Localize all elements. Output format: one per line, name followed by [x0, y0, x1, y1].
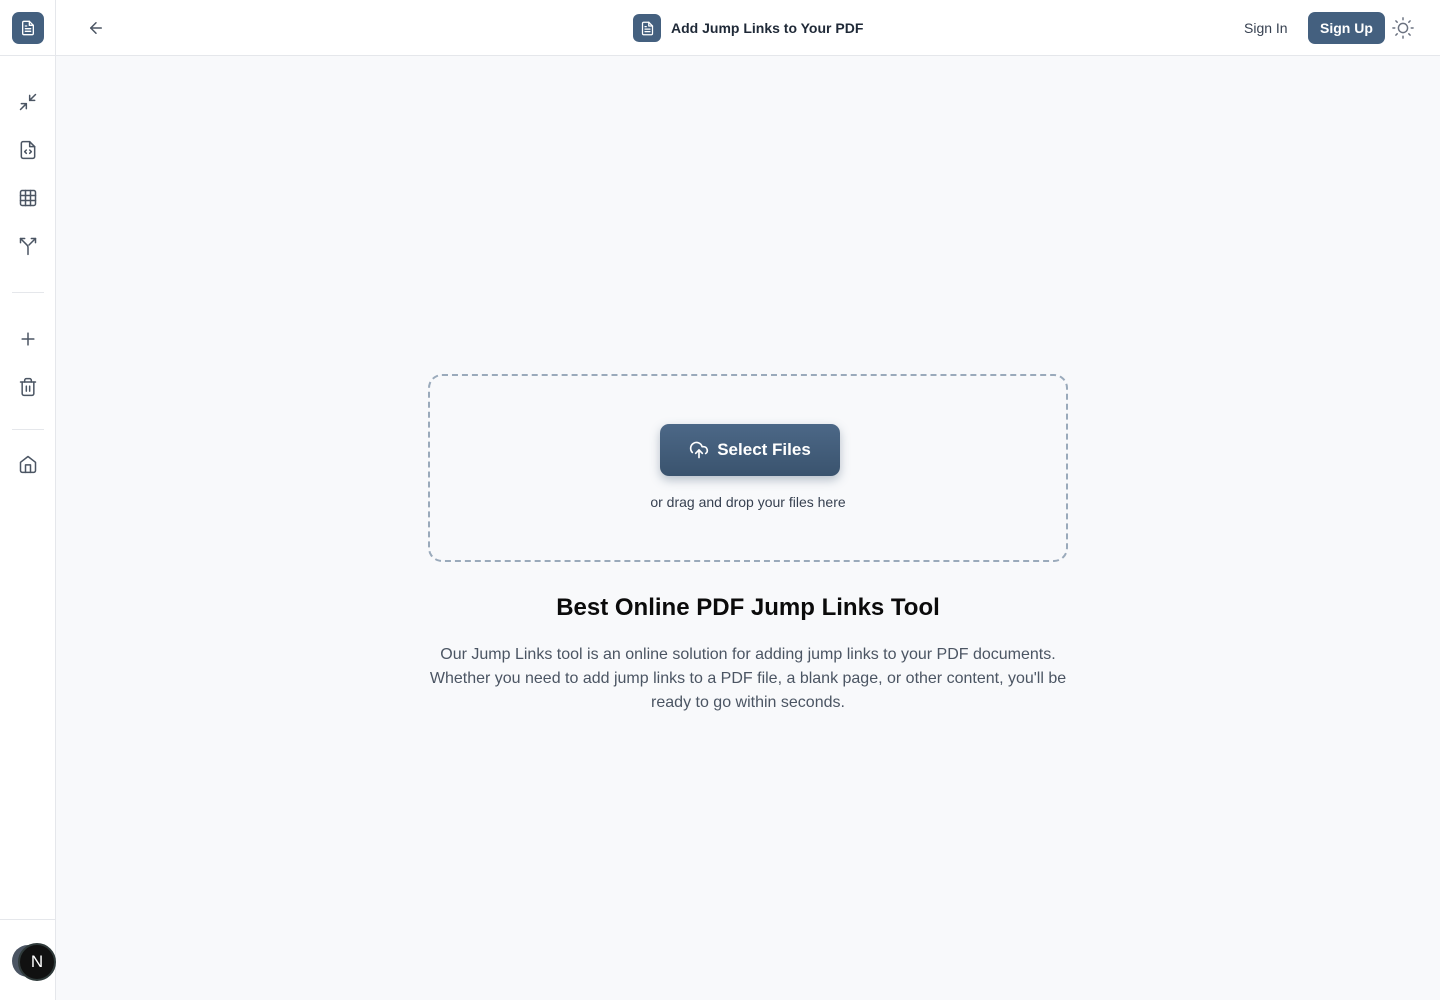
- page-title-group: Add Jump Links to Your PDF: [633, 14, 863, 42]
- document-icon: [641, 21, 653, 35]
- select-files-label: Select Files: [717, 440, 811, 459]
- page-title: Add Jump Links to Your PDF: [671, 20, 864, 36]
- plus-icon: [21, 332, 35, 346]
- title-document-icon: [633, 14, 661, 42]
- document-icon: [22, 20, 34, 36]
- sidebar-item-file-code[interactable]: [12, 134, 44, 166]
- trash-icon: [19, 377, 37, 397]
- drop-hint-text: or drag and drop your files here: [650, 494, 846, 510]
- user-menu[interactable]: N: [10, 943, 58, 983]
- select-files-button[interactable]: Select Files: [660, 424, 840, 476]
- sidebar: N: [0, 0, 56, 1000]
- sidebar-item-add[interactable]: [12, 323, 44, 355]
- cloud-upload-icon: [690, 441, 709, 459]
- file-code-icon: [20, 140, 36, 160]
- file-dropzone[interactable]: Select Files or drag and drop your files…: [428, 374, 1068, 562]
- sidebar-divider: [0, 55, 56, 56]
- tool-headline: Best Online PDF Jump Links Tool: [556, 594, 940, 621]
- table-grid-icon: [19, 189, 37, 207]
- avatar[interactable]: N: [18, 943, 56, 981]
- home-icon: [19, 455, 37, 474]
- minimize-arrows-icon: [19, 93, 37, 111]
- back-button[interactable]: [82, 14, 110, 42]
- sidebar-item-home[interactable]: [12, 448, 44, 480]
- theme-toggle-button[interactable]: [1390, 15, 1416, 41]
- split-arrows-icon: [19, 237, 37, 256]
- top-header: Add Jump Links to Your PDF Sign In Sign …: [56, 0, 1440, 56]
- arrow-left-icon: [90, 22, 102, 34]
- sidebar-divider: [0, 919, 56, 920]
- sign-in-button[interactable]: Sign In: [1232, 14, 1300, 42]
- tool-description: Our Jump Links tool is an online solutio…: [429, 646, 1067, 711]
- sidebar-item-delete[interactable]: [12, 371, 44, 403]
- sidebar-divider: [12, 292, 44, 293]
- sign-up-button[interactable]: Sign Up: [1308, 12, 1385, 44]
- sidebar-item-split[interactable]: [12, 230, 44, 262]
- sidebar-divider: [12, 429, 44, 430]
- sidebar-item-compress[interactable]: [12, 86, 44, 118]
- app-logo[interactable]: [12, 12, 44, 44]
- sun-icon: [1392, 17, 1414, 39]
- sidebar-item-table[interactable]: [12, 182, 44, 214]
